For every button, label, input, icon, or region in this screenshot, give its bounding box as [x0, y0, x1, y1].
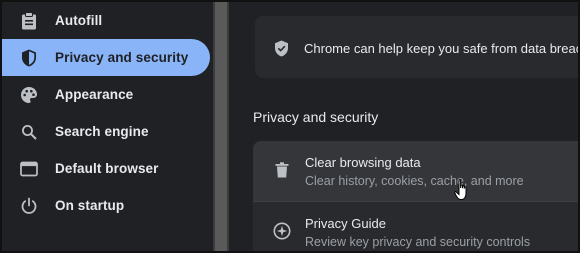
clipboard-icon	[20, 11, 38, 30]
trash-icon	[273, 161, 291, 179]
search-icon	[20, 123, 38, 141]
privacy-guide-row[interactable]: Privacy Guide Review key privacy and sec…	[253, 202, 578, 251]
browser-window-icon	[20, 160, 38, 178]
safety-check-banner[interactable]: Chrome can help keep you safe from data …	[255, 16, 580, 78]
row-subtitle: Clear history, cookies, cache, and more	[305, 174, 524, 188]
settings-sidebar: Autofill Privacy and security Appearance…	[2, 2, 214, 251]
shield-icon	[20, 49, 38, 67]
sidebar-scrollbar-thumb[interactable]	[215, 2, 227, 251]
power-icon	[20, 197, 38, 215]
sidebar-item-autofill[interactable]: Autofill	[2, 2, 212, 39]
row-subtitle: Review key privacy and security controls	[305, 235, 531, 249]
sidebar-item-label: On startup	[55, 198, 125, 213]
sidebar-item-on-startup[interactable]: On startup	[2, 187, 212, 224]
row-title: Clear browsing data	[305, 155, 421, 170]
section-title: Privacy and security	[253, 109, 379, 125]
safety-banner-text: Chrome can help keep you safe from data …	[304, 41, 580, 56]
sidebar-item-label: Privacy and security	[55, 50, 189, 65]
row-title: Privacy Guide	[305, 216, 386, 231]
palette-icon	[20, 86, 38, 104]
main-content: Chrome can help keep you safe from data …	[229, 2, 580, 251]
sidebar-item-label: Appearance	[55, 87, 134, 102]
privacy-settings-list: Clear browsing data Clear history, cooki…	[253, 141, 578, 251]
sidebar-item-label: Autofill	[55, 13, 103, 28]
sidebar-item-default-browser[interactable]: Default browser	[2, 150, 212, 187]
clear-browsing-data-row[interactable]: Clear browsing data Clear history, cooki…	[253, 141, 578, 201]
sidebar-item-appearance[interactable]: Appearance	[2, 76, 212, 113]
compass-icon	[273, 222, 291, 240]
sidebar-item-search-engine[interactable]: Search engine	[2, 113, 212, 150]
shield-check-icon	[274, 40, 289, 62]
sidebar-item-label: Default browser	[55, 161, 159, 176]
sidebar-item-privacy-and-security[interactable]: Privacy and security	[2, 39, 210, 76]
hand-pointer-cursor-icon	[454, 179, 470, 206]
settings-window: Autofill Privacy and security Appearance…	[0, 0, 580, 253]
sidebar-item-label: Search engine	[55, 124, 149, 139]
